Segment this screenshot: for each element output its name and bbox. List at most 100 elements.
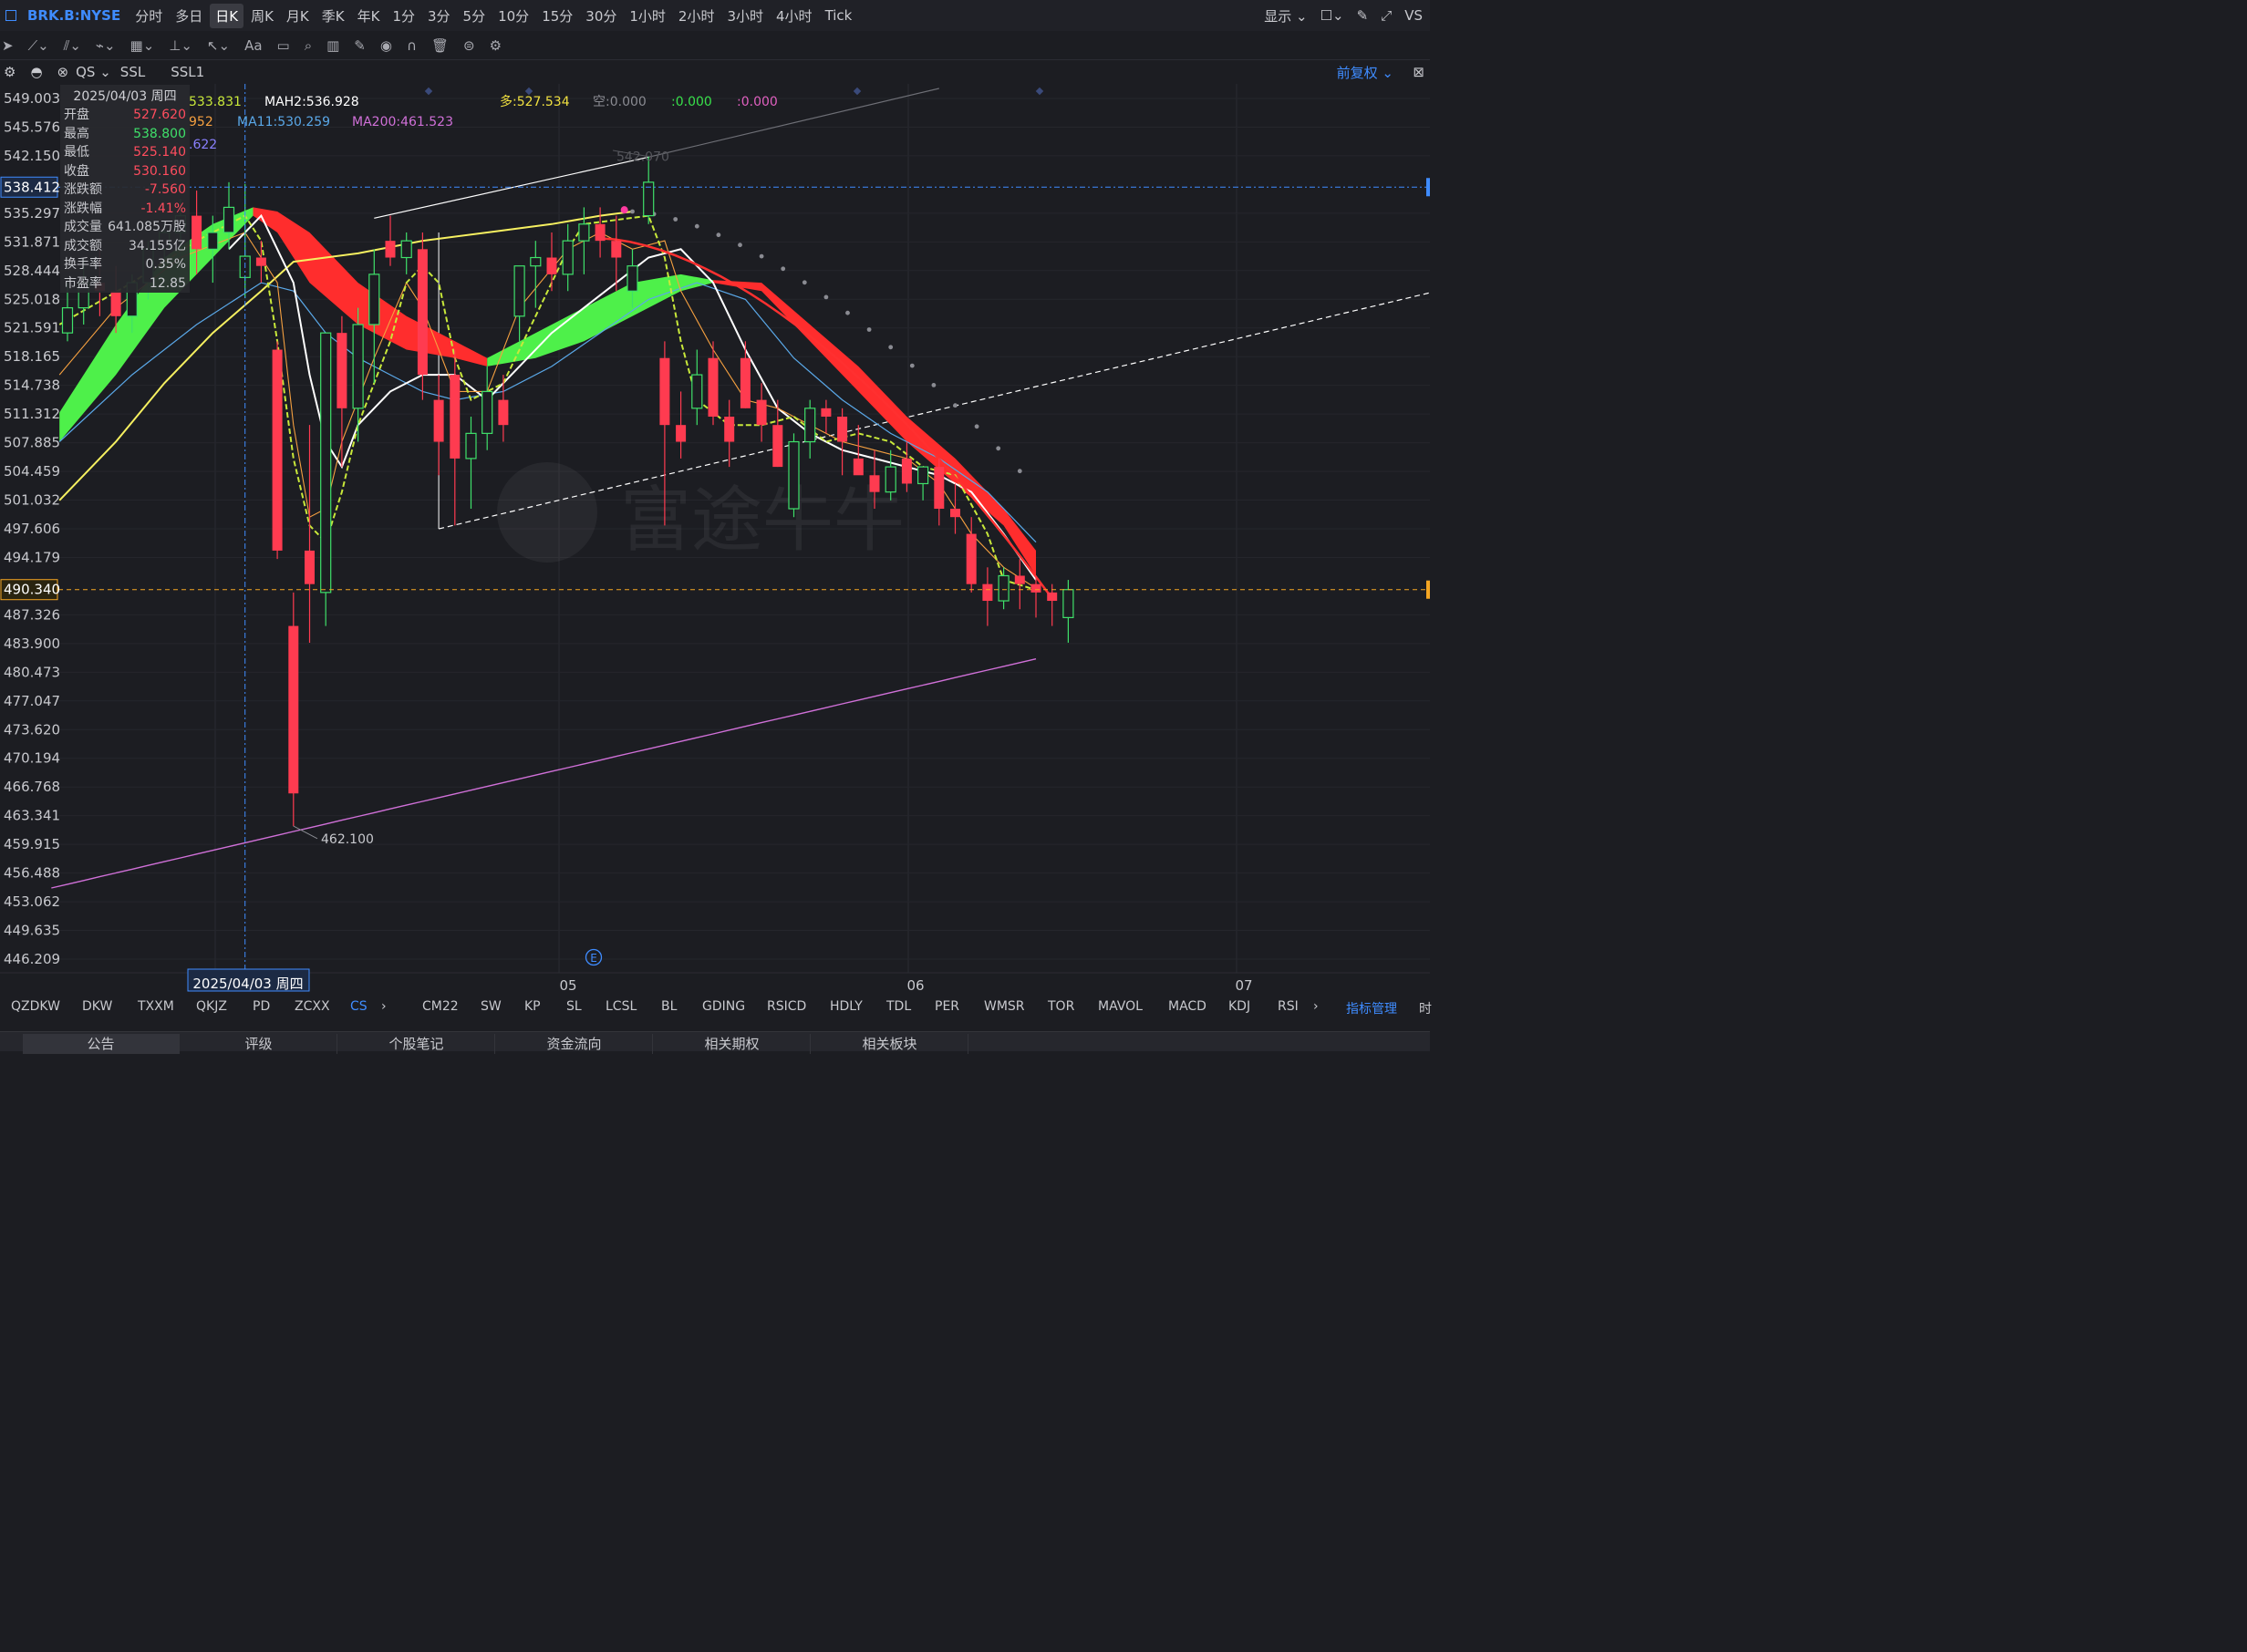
arrow-tool-icon[interactable]: ↖⌄ [207,37,230,54]
chevron-right-icon[interactable]: › [381,999,387,1014]
period-tab[interactable]: 10分 [492,4,534,28]
eye-icon[interactable]: ◉ [380,37,392,54]
candle-body [950,509,960,518]
indicator-tab[interactable]: RSI [1278,999,1299,1014]
indicator-tab[interactable]: WMSR [984,999,1025,1014]
gear-icon[interactable]: ⚙ [490,37,502,54]
candle-body [626,265,638,292]
period-tab[interactable]: 3分 [422,4,456,28]
period-tab[interactable]: 年K [352,4,386,28]
tooltip-row: 最高 538.800 [64,125,186,144]
text-tool-icon[interactable]: Aa [244,37,262,54]
xy-icon[interactable]: ⊠ [1413,64,1424,80]
indicator-tab[interactable]: HDLY [830,999,863,1014]
indicator-tab[interactable]: CM22 [422,999,459,1014]
indicator-tab[interactable]: KP [524,999,541,1014]
period-tab[interactable]: 多日 [170,4,208,28]
period-tab[interactable]: 30分 [580,4,622,28]
sar-dot [781,266,786,272]
search-icon[interactable]: ⌕ [305,37,312,54]
legend-value: MA11:530.259 [237,115,330,129]
layers-icon[interactable]: ⊜ [463,37,475,54]
adjust-selector[interactable]: 前复权 ⌄ [1337,63,1393,82]
period-tab[interactable]: 周K [245,4,279,28]
bottom-tab[interactable]: 个股笔记 [338,1034,495,1054]
checkbox-icon[interactable]: ☐⌄ [1320,7,1344,24]
line-tool-icon[interactable]: ⟋⌄ [28,37,49,54]
period-tab[interactable]: 分时 [129,4,168,28]
y-tick-label: 545.576 [4,119,60,135]
candlestick-chart[interactable]: 富途牛牛 542.070 462.100 549.003 545.576 542.150 5… [0,84,1430,996]
indicator-tab[interactable]: QZDKW [11,999,60,1014]
fullscreen-icon[interactable]: ⤢ [1381,7,1392,24]
close-icon[interactable]: ⊗ [57,64,69,80]
indicator-tab[interactable]: RSICD [767,999,806,1014]
indicator-manage-button[interactable]: 指标管理 [1346,999,1397,1017]
indicator-tab[interactable]: PER [935,999,959,1014]
brush-icon[interactable]: ✎ [354,37,366,54]
indicator-tab[interactable]: TDL [886,999,911,1014]
tooltip-key: 成交量 [64,220,102,234]
candle-body [772,425,783,468]
indicator-tab[interactable]: GDING [702,999,745,1014]
indicator-tab[interactable]: SW [481,999,502,1014]
period-tab[interactable]: 5分 [458,4,492,28]
ruler-tool-icon[interactable]: ⊥⌄ [169,37,192,54]
indicator-tab[interactable]: TOR [1048,999,1074,1014]
qs-selector[interactable]: QS ⌄ [76,64,111,80]
tooltip-key: 换手率 [64,257,102,272]
tooltip-row: 成交量 641.085万股 [64,218,186,237]
comment-icon[interactable]: ▭ [277,37,290,54]
tooltip-key: 市盈率 [64,275,102,291]
x-tick-label: 06 [906,977,924,994]
indicator-tab[interactable]: MAVOL [1098,999,1143,1014]
ssl-label[interactable]: SSL [120,64,145,80]
trash-icon[interactable]: 🗑 [431,37,449,54]
period-tab[interactable]: 1分 [387,4,420,28]
ssl1-label[interactable]: SSL1 [171,64,204,80]
pen-icon[interactable]: ✎ [1357,7,1369,24]
period-tab[interactable]: 日K [210,3,244,28]
bottom-tab[interactable]: 相关期权 [654,1034,811,1054]
bottom-tab[interactable]: 公告 [23,1034,180,1054]
tooltip-key: 涨跌额 [64,182,102,197]
fib-tool-icon[interactable]: ▦⌄ [130,37,155,54]
bottom-tab[interactable]: 评级 [181,1034,337,1054]
indicator-tab[interactable]: CS [350,999,368,1014]
period-tab[interactable]: 1小时 [624,4,671,28]
period-tab[interactable]: 2小时 [673,4,720,28]
indicator-tab[interactable]: LCSL [606,999,637,1014]
channel-tool-icon[interactable]: ⫽⌄ [64,37,81,54]
eye-icon[interactable]: ◓ [30,64,42,80]
period-tab[interactable]: 季K [316,4,350,28]
indicator-tab[interactable]: BL [661,999,677,1014]
tooltip-key: 收盘 [64,163,89,179]
period-tab[interactable]: 3小时 [721,4,769,28]
indicator-tab[interactable]: SL [566,999,582,1014]
period-tab[interactable]: 月K [281,4,315,28]
indicator-tab[interactable]: 时 [1419,999,1432,1017]
indicator-tab[interactable]: ZCXX [295,999,330,1014]
symbol-label[interactable]: BRK.B:NYSE [5,7,120,24]
period-tab[interactable]: 15分 [536,4,578,28]
cursor-icon[interactable]: ➤ [2,37,14,54]
indicator-tab[interactable]: DKW [82,999,112,1014]
bottom-tab[interactable]: 资金流向 [496,1034,653,1054]
period-tab[interactable]: Tick [820,5,858,26]
indicator-tab[interactable]: QKJZ [196,999,227,1014]
indicator-tab[interactable]: MACD [1168,999,1206,1014]
display-button[interactable]: 显示 ⌄ [1264,6,1307,26]
chevron-right-icon[interactable]: › [1313,999,1319,1014]
y-tick-label: 497.606 [4,521,60,537]
wave-tool-icon[interactable]: ⌁⌄ [96,37,116,54]
indicator-tab[interactable]: KDJ [1228,999,1250,1014]
period-tab[interactable]: 4小时 [771,4,818,28]
indicator-tab[interactable]: TXXM [138,999,174,1014]
indicator-tab[interactable]: PD [253,999,270,1014]
vs-button[interactable]: VS [1404,7,1423,24]
candle-body [708,357,719,417]
stats-icon[interactable]: ▥ [326,37,339,54]
magnet-icon[interactable]: ∩ [407,37,417,54]
settings-icon[interactable]: ⚙ [4,64,16,80]
bottom-tab[interactable]: 相关板块 [812,1034,968,1054]
